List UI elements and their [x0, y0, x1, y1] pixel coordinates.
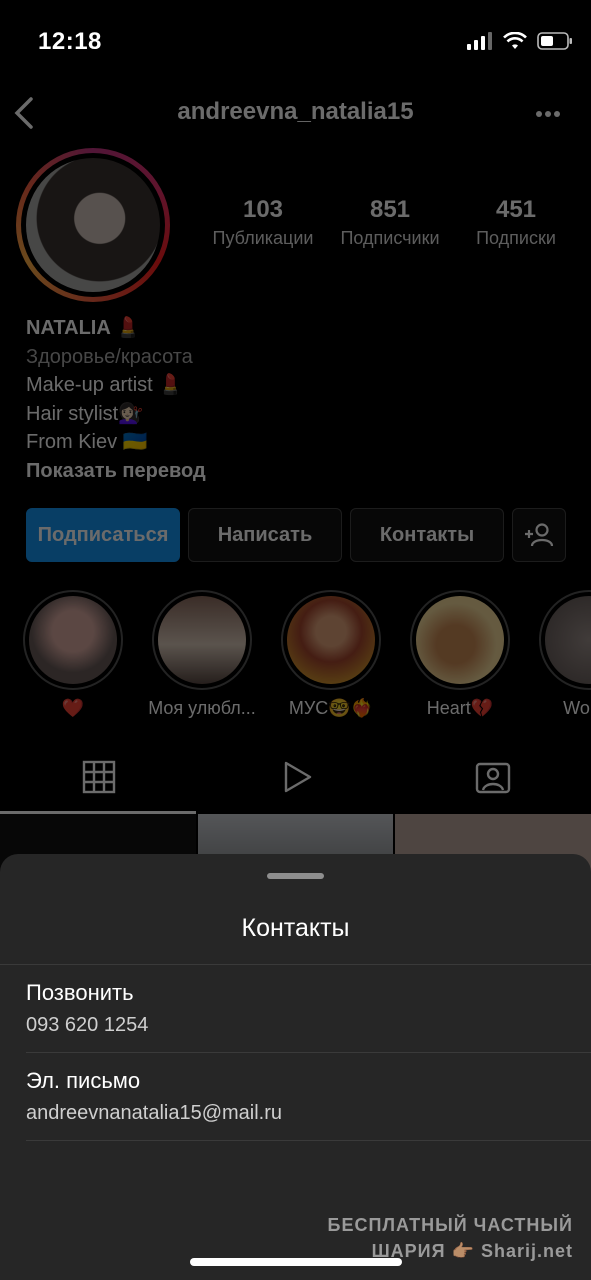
add-user-icon — [525, 523, 554, 547]
divider — [0, 964, 591, 965]
home-indicator[interactable] — [190, 1258, 402, 1266]
divider — [26, 1052, 591, 1053]
message-button[interactable]: Написать — [188, 508, 342, 562]
highlight-label: Work2 — [563, 698, 591, 718]
phone-number: 093 620 1254 — [26, 1014, 149, 1036]
watermark: БЕСПЛАТНЫЙ ЧАСТНЫЙ ШАРИЯ 👉🏽 Sharij.net — [328, 1212, 573, 1264]
stat-followers[interactable]: 851 Подписчики — [330, 196, 450, 249]
highlight-item[interactable]: ❤️ — [18, 590, 128, 719]
divider — [26, 1140, 591, 1141]
sheet-title: Контакты — [241, 914, 350, 942]
stat-posts-count: 103 — [242, 196, 284, 223]
stat-posts[interactable]: 103 Публикации — [203, 196, 323, 249]
bio-line: Hair stylist💇🏻‍♀️ — [26, 402, 144, 425]
email-row[interactable] — [0, 1054, 591, 1140]
highlight-cover — [416, 596, 504, 684]
grid-tab-icon[interactable] — [82, 760, 116, 794]
more-icon[interactable] — [535, 110, 561, 118]
email-address: andreevnanatalia15@mail.ru — [26, 1102, 283, 1124]
suggest-users-button[interactable] — [512, 508, 566, 562]
watermark-line: БЕСПЛАТНЫЙ ЧАСТНЫЙ — [327, 1215, 573, 1235]
avatar[interactable] — [26, 158, 160, 292]
reels-tab-icon[interactable] — [280, 760, 314, 794]
highlight-label: МУС🤓❤️‍🔥 — [288, 698, 374, 718]
highlight-cover — [158, 596, 246, 684]
call-label: Позвонить — [26, 980, 134, 1005]
highlight-label: Моя улюбл... — [148, 698, 256, 718]
stat-following-label: Подписки — [476, 228, 556, 248]
highlight-item[interactable]: Work2 — [534, 590, 591, 719]
contacts-button[interactable]: Контакты — [350, 508, 504, 562]
email-label: Эл. письмо — [26, 1068, 141, 1093]
highlight-item[interactable]: Heart💔 — [405, 590, 515, 719]
show-translation-link[interactable]: Показать перевод — [26, 457, 206, 486]
highlight-item[interactable]: МУС🤓❤️‍🔥 — [276, 590, 386, 719]
bio-line: From Kiev 🇺🇦 — [26, 431, 148, 453]
stat-followers-label: Подписчики — [340, 228, 440, 248]
stat-followers-count: 851 — [369, 196, 411, 223]
call-row[interactable] — [0, 966, 591, 1052]
profile-username: andreevna_natalia15 — [177, 98, 414, 125]
highlight-label: ❤️ — [61, 698, 85, 718]
bio-name: NATALIA 💄 — [26, 317, 141, 339]
follow-button[interactable]: Подписаться — [26, 508, 180, 562]
highlight-cover — [29, 596, 117, 684]
bio-line: Make-up artist 💄 — [26, 374, 184, 396]
bio: NATALIA 💄 Здоровье/красота Make-up artis… — [26, 314, 206, 485]
highlight-cover — [287, 596, 375, 684]
highlight-cover — [545, 596, 591, 684]
stat-following-count: 451 — [495, 196, 537, 223]
sheet-grabber[interactable] — [267, 873, 324, 879]
highlight-item[interactable]: Моя улюбл... — [147, 590, 257, 719]
tagged-tab-icon[interactable] — [475, 760, 511, 794]
highlight-label: Heart💔 — [426, 698, 494, 718]
stat-posts-label: Публикации — [212, 228, 314, 248]
stat-following[interactable]: 451 Подписки — [458, 196, 574, 249]
bio-category: Здоровье/красота — [26, 345, 193, 368]
